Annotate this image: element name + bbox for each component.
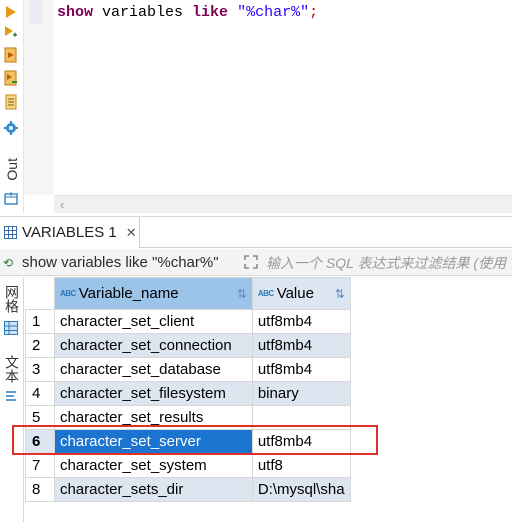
execute-script-new-tab-icon[interactable]: [3, 70, 19, 86]
row-number-cell[interactable]: 7: [25, 453, 55, 478]
column-header-value[interactable]: ABC Value ⇅: [251, 277, 351, 310]
variable-name-cell[interactable]: character_set_filesystem: [53, 381, 253, 406]
table-row[interactable]: 4 character_set_filesystem binary: [25, 381, 512, 406]
sort-filter-icon[interactable]: ⇅: [237, 287, 247, 301]
grid-empty-cell: [350, 333, 512, 358]
text-type-icon: ABC: [59, 289, 76, 298]
column-header-variable-name[interactable]: ABC Variable_name ⇅: [53, 277, 253, 310]
sort-filter-icon[interactable]: ⇅: [335, 287, 345, 301]
query-refresh-icon[interactable]: ⟲: [3, 256, 17, 270]
table-row[interactable]: 8 character_sets_dir D:\mysql\sha: [25, 477, 512, 502]
table-row[interactable]: 1 character_set_client utf8mb4: [25, 309, 512, 334]
variable-name-cell[interactable]: character_set_results: [53, 405, 253, 430]
row-number-cell[interactable]: 6: [25, 429, 55, 454]
row-number-cell[interactable]: 2: [25, 333, 55, 358]
current-line-marker: [30, 0, 42, 24]
row-number-header: [25, 277, 55, 310]
result-grid-icon: [4, 226, 17, 239]
variable-name-cell[interactable]: character_set_server: [53, 429, 253, 454]
sql-code-line[interactable]: show variables like "%char%";: [57, 4, 318, 21]
editor-side-toolbar: Out: [0, 0, 24, 213]
row-number-cell[interactable]: 3: [25, 357, 55, 382]
execute-statement-icon[interactable]: [3, 4, 19, 20]
keyword-like: like: [192, 4, 229, 21]
table-row[interactable]: 7 character_set_system utf8: [25, 453, 512, 478]
expand-filter-icon[interactable]: [243, 254, 259, 270]
row-number-cell[interactable]: 1: [25, 309, 55, 334]
filter-expression-input[interactable]: [262, 252, 512, 273]
string-literal: "%char%": [237, 4, 310, 21]
grid-header-row: ABC Variable_name ⇅ ABC Value ⇅: [25, 277, 512, 310]
variable-name-cell[interactable]: character_set_database: [53, 357, 253, 382]
value-cell[interactable]: utf8: [251, 453, 351, 478]
code-word-variables: variables: [93, 4, 193, 21]
results-grid[interactable]: ABC Variable_name ⇅ ABC Value ⇅ 1 charact…: [25, 277, 512, 502]
text-view-icon[interactable]: [4, 389, 18, 403]
variable-name-cell[interactable]: character_set_client: [53, 309, 253, 334]
settings-gear-icon[interactable]: [3, 120, 19, 136]
variable-name-cell[interactable]: character_set_system: [53, 453, 253, 478]
text-view-tab[interactable]: 文本: [3, 355, 21, 383]
value-cell[interactable]: D:\mysql\sha: [251, 477, 351, 502]
value-cell[interactable]: binary: [251, 381, 351, 406]
grid-empty-header: [350, 277, 512, 310]
table-row[interactable]: 2 character_set_connection utf8mb4: [25, 333, 512, 358]
grid-empty-cell: [350, 453, 512, 478]
table-row[interactable]: 6 character_set_server utf8mb4: [25, 429, 512, 454]
row-number-cell[interactable]: 5: [25, 405, 55, 430]
value-cell[interactable]: [251, 405, 351, 430]
column-header-label: Value: [276, 285, 314, 302]
table-row[interactable]: 5 character_set_results: [25, 405, 512, 430]
output-panel-icon[interactable]: [3, 190, 19, 206]
executed-query-label: show variables like "%char%": [22, 254, 219, 271]
grid-empty-cell: [350, 309, 512, 334]
variable-name-cell[interactable]: character_sets_dir: [53, 477, 253, 502]
results-tab-bar: VARIABLES 1 ✕: [0, 216, 512, 248]
execute-new-tab-icon[interactable]: [3, 24, 19, 40]
grid-empty-cell: [350, 477, 512, 502]
value-cell[interactable]: utf8mb4: [251, 429, 351, 454]
explain-plan-icon[interactable]: [3, 94, 19, 110]
row-number-cell[interactable]: 8: [25, 477, 55, 502]
execute-script-icon[interactable]: [3, 47, 19, 63]
line-number-gutter: [24, 0, 54, 195]
text-type-icon: ABC: [257, 289, 274, 298]
close-tab-icon[interactable]: ✕: [126, 225, 137, 241]
statement-terminator: ;: [309, 4, 319, 21]
sql-editor[interactable]: Out show variables like "%char%"; ‹: [0, 0, 512, 213]
output-tab-label[interactable]: Out: [3, 158, 21, 181]
value-cell[interactable]: utf8mb4: [251, 309, 351, 334]
grid-empty-cell: [350, 405, 512, 430]
grid-view-tab[interactable]: 网格: [3, 285, 21, 313]
result-filter-bar: ⟲ show variables like "%char%": [0, 249, 512, 276]
keyword-show: show: [57, 4, 94, 21]
result-view-side-tabs: 网格 文本: [0, 277, 24, 522]
table-row[interactable]: 3 character_set_database utf8mb4: [25, 357, 512, 382]
editor-horizontal-scrollbar[interactable]: ‹: [54, 195, 512, 213]
row-number-cell[interactable]: 4: [25, 381, 55, 406]
scroll-left-arrow-icon[interactable]: ‹: [60, 197, 64, 212]
tab-variables-1[interactable]: VARIABLES 1 ✕: [0, 217, 140, 248]
tab-label: VARIABLES 1: [22, 224, 117, 241]
grid-view-icon[interactable]: [4, 321, 18, 335]
grid-empty-cell: [350, 381, 512, 406]
value-cell[interactable]: utf8mb4: [251, 333, 351, 358]
variable-name-cell[interactable]: character_set_connection: [53, 333, 253, 358]
grid-empty-cell: [350, 429, 512, 454]
column-header-label: Variable_name: [78, 285, 179, 302]
grid-empty-cell: [350, 357, 512, 382]
value-cell[interactable]: utf8mb4: [251, 357, 351, 382]
